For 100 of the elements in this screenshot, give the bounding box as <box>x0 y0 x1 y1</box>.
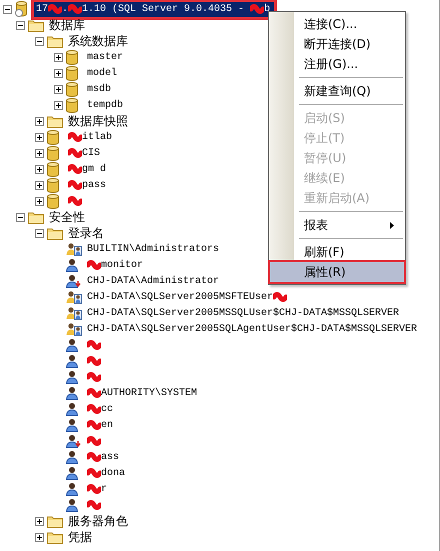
user-icon <box>66 498 81 512</box>
tree-item[interactable]: pass <box>66 178 108 192</box>
redaction-mark <box>68 131 82 143</box>
redaction-mark <box>87 419 101 431</box>
tree-item[interactable]: dona <box>85 466 128 480</box>
tree-item[interactable]: 17 . 1.10 (SQL Server 9.0.4035 - b <box>34 2 274 16</box>
folder-icon <box>47 34 63 48</box>
tree-item[interactable]: CHJ-DATA\SQLServer2005MSFTEUser <box>85 290 290 304</box>
tree-item[interactable]: 服务器角色 <box>66 514 130 528</box>
collapse-icon[interactable] <box>16 212 25 222</box>
tree-item[interactable]: model <box>85 66 120 80</box>
user-icon <box>66 370 81 384</box>
redaction-mark <box>87 435 101 447</box>
tree-item[interactable] <box>85 354 103 368</box>
disabled-user-icon <box>66 274 81 288</box>
redaction-mark <box>87 339 101 351</box>
tree-item[interactable]: monitor <box>85 258 146 272</box>
user-group-icon <box>66 322 82 336</box>
tree-item[interactable]: 系统数据库 <box>66 34 130 48</box>
tree-item[interactable]: tempdb <box>85 98 126 112</box>
menu-item[interactable]: 断开连接(D) <box>270 34 404 54</box>
redaction-mark <box>87 451 101 463</box>
redaction-mark <box>87 355 101 367</box>
tree-item[interactable]: msdb <box>85 82 114 96</box>
database-icon <box>66 98 78 112</box>
tree-item[interactable] <box>85 434 103 448</box>
redaction-mark <box>250 3 264 15</box>
tree-item[interactable]: CHJ-DATA\SQLServer2005MSSQLUser$CHJ-DATA$MSSQLSERVER <box>85 306 402 320</box>
collapse-icon[interactable] <box>3 4 12 14</box>
menu-item[interactable]: 属性(R) <box>270 262 404 282</box>
tree-item[interactable]: 凭据 <box>66 530 94 544</box>
redaction-mark <box>273 291 288 303</box>
expand-icon[interactable] <box>54 100 63 110</box>
redaction-mark <box>87 387 101 399</box>
expand-icon[interactable] <box>54 52 63 62</box>
folder-icon <box>28 210 44 224</box>
user-icon <box>66 450 81 464</box>
user-icon <box>66 466 81 480</box>
menu-item[interactable]: 报表 <box>270 215 404 235</box>
menu-item[interactable]: 新建查询(Q) <box>270 81 404 101</box>
redaction-mark <box>87 483 101 495</box>
database-icon <box>66 50 78 64</box>
database-icon <box>47 194 59 208</box>
expand-icon[interactable] <box>35 180 44 190</box>
menu-item[interactable]: 刷新(F) <box>270 242 404 262</box>
tree-item[interactable]: ass <box>85 450 122 464</box>
database-icon <box>66 66 78 80</box>
tree-item[interactable]: 登录名 <box>66 226 106 240</box>
user-group-icon <box>66 306 82 320</box>
redaction-mark <box>68 179 82 191</box>
tree-item[interactable]: 安全性 <box>47 210 87 224</box>
folder-icon <box>47 530 63 544</box>
redaction-mark <box>87 259 101 271</box>
database-icon <box>47 146 59 160</box>
tree-item[interactable]: CHJ-DATA\Administrator <box>85 274 222 288</box>
collapse-icon[interactable] <box>35 36 44 46</box>
redaction-mark <box>68 3 82 15</box>
tree-item[interactable]: cc <box>85 402 116 416</box>
tree-item[interactable]: itlab <box>66 130 114 144</box>
tree-item[interactable]: AUTHORITY\SYSTEM <box>85 386 200 400</box>
folder-icon <box>47 114 63 128</box>
tree-item[interactable]: 数据库 <box>47 18 87 32</box>
tree-item[interactable] <box>66 194 84 208</box>
user-icon <box>66 258 81 272</box>
tree-item[interactable]: en <box>85 418 116 432</box>
tree-item[interactable]: CHJ-DATA\SQLServer2005SQLAgentUser$CHJ-DATA$MSSQLSERVER <box>85 322 420 336</box>
expand-icon[interactable] <box>35 196 44 206</box>
expand-icon[interactable] <box>54 84 63 94</box>
expand-icon[interactable] <box>35 116 44 126</box>
folder-icon <box>47 226 63 240</box>
tree-item[interactable]: CIS <box>66 146 102 160</box>
tree-item[interactable]: BUILTIN\Administrators <box>85 242 222 256</box>
expand-icon[interactable] <box>35 532 44 542</box>
expand-icon[interactable] <box>35 516 44 526</box>
expand-icon[interactable] <box>35 148 44 158</box>
tree-item[interactable]: master <box>85 50 126 64</box>
tree-item[interactable]: gm d <box>66 162 108 176</box>
tree-item[interactable] <box>85 370 103 384</box>
expand-icon[interactable] <box>35 132 44 142</box>
menu-item[interactable]: 连接(C)... <box>270 14 404 34</box>
redaction-mark <box>68 195 82 207</box>
user-icon <box>66 386 81 400</box>
tree-item[interactable] <box>85 498 103 512</box>
user-group-icon <box>66 290 82 304</box>
user-icon <box>66 418 81 432</box>
collapse-icon[interactable] <box>16 20 25 30</box>
redaction-mark <box>87 403 101 415</box>
redaction-mark <box>48 3 62 15</box>
menu-item[interactable]: 注册(G)... <box>270 54 404 74</box>
tree-item[interactable] <box>85 338 103 352</box>
collapse-icon[interactable] <box>35 228 44 238</box>
expand-icon[interactable] <box>35 164 44 174</box>
folder-icon <box>47 514 63 528</box>
disabled-user-icon <box>66 434 81 448</box>
user-icon <box>66 402 81 416</box>
tree-item[interactable]: 数据库快照 <box>66 114 130 128</box>
expand-icon[interactable] <box>54 68 63 78</box>
tree-item[interactable]: r <box>85 482 110 496</box>
redaction-mark <box>68 163 82 175</box>
database-icon <box>66 82 78 96</box>
